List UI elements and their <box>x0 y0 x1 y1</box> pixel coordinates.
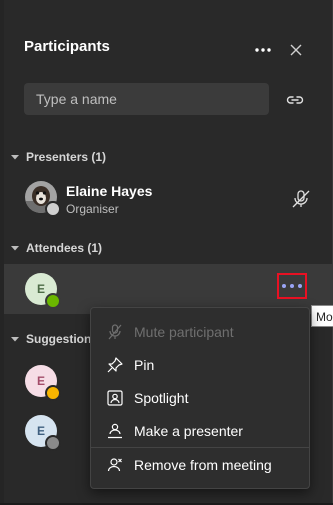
chevron-down-icon <box>11 337 19 342</box>
avatar <box>25 181 61 217</box>
avatar: E <box>25 273 61 309</box>
participant-context-menu: Mute participant Pin Spotlight Make a pr… <box>90 307 310 489</box>
search-input[interactable] <box>24 83 269 115</box>
chevron-down-icon <box>11 246 19 251</box>
presence-badge <box>45 435 61 451</box>
presence-badge <box>45 293 61 309</box>
dot <box>290 284 294 288</box>
close-icon[interactable] <box>286 40 306 60</box>
menu-item-label: Remove from meeting <box>134 457 272 473</box>
menu-divider <box>91 447 309 448</box>
mic-off-icon <box>292 190 310 208</box>
spotlight-icon <box>107 390 123 406</box>
menu-item-label: Pin <box>134 357 155 373</box>
dot <box>282 284 286 288</box>
pin-icon <box>107 357 123 373</box>
more-options-button[interactable] <box>277 273 307 299</box>
mic-off-icon <box>108 324 122 340</box>
menu-item-spotlight[interactable]: Spotlight <box>91 382 309 414</box>
remove-person-icon <box>107 458 122 472</box>
menu-item-label: Spotlight <box>134 390 189 406</box>
more-horizontal-icon[interactable] <box>252 40 274 60</box>
chevron-down-icon <box>11 155 19 160</box>
avatar: E <box>25 415 61 451</box>
participant-role: Organiser <box>66 202 119 216</box>
participant-name: Elaine Hayes <box>66 183 153 199</box>
avatar: E <box>25 365 61 401</box>
menu-item-label: Mute participant <box>134 324 234 340</box>
link-icon[interactable] <box>284 89 306 111</box>
avatar-initial: E <box>36 282 45 296</box>
presenter-icon <box>108 423 122 439</box>
section-presenters[interactable]: Presenters (1) <box>10 150 106 164</box>
menu-item-mute-participant: Mute participant <box>91 316 309 348</box>
section-suggestions-label: Suggestions <box>26 332 99 346</box>
menu-item-make-presenter[interactable]: Make a presenter <box>91 415 309 447</box>
presence-badge <box>45 385 61 401</box>
section-suggestions[interactable]: Suggestions <box>10 332 98 346</box>
menu-item-label: Make a presenter <box>134 423 243 439</box>
menu-item-pin[interactable]: Pin <box>91 349 309 381</box>
presence-badge <box>45 201 61 217</box>
section-attendees-label: Attendees (1) <box>26 241 103 255</box>
section-presenters-label: Presenters (1) <box>26 150 107 164</box>
panel-title: Participants <box>24 38 110 55</box>
avatar-initial: E <box>36 424 45 438</box>
tooltip: Mo <box>311 305 333 327</box>
section-attendees[interactable]: Attendees (1) <box>10 241 102 255</box>
menu-item-remove-from-meeting[interactable]: Remove from meeting <box>91 449 309 481</box>
avatar-initial: E <box>36 374 45 388</box>
dot <box>298 284 302 288</box>
